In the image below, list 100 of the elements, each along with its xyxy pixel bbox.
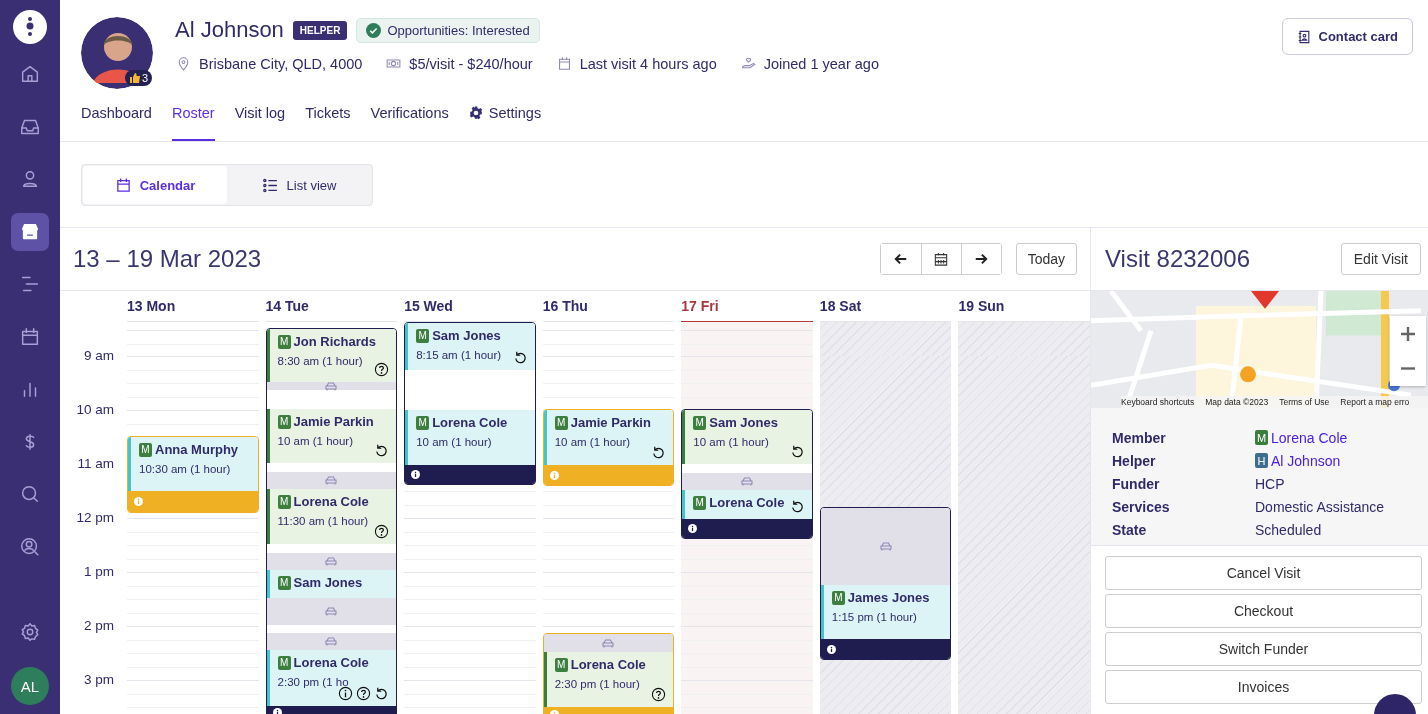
visit-group[interactable]: M Sam Jones 8:15 am (1 hour) M Lorena Cole 10 am (1 hour) xyxy=(404,322,536,485)
member-name: Lorena Cole xyxy=(293,655,369,670)
tab[interactable]: Dashboard xyxy=(81,104,152,141)
car-icon xyxy=(325,557,338,566)
day-header: 14 Tue xyxy=(265,291,398,322)
visit-time: 8:15 am (1 hour) xyxy=(416,349,502,361)
member-tag: M xyxy=(277,334,291,349)
time-label: 2 pm xyxy=(84,618,114,633)
map-link[interactable]: Keyboard shortcuts xyxy=(1121,397,1195,407)
user-avatar[interactable]: AL xyxy=(11,667,49,705)
time-label: 10 am xyxy=(76,402,114,417)
detail-label: State xyxy=(1112,521,1148,538)
member-name: Sam Jones xyxy=(293,575,363,590)
visit-time: 10:30 am (1 hour) xyxy=(139,463,231,475)
visit-title: Visit 8232006 xyxy=(1105,245,1250,273)
date-range: 13 – 19 Mar 2023 xyxy=(73,245,263,273)
action-button[interactable]: Invoices xyxy=(1105,670,1422,704)
status-text: Opportunities: Interested xyxy=(387,22,530,38)
time-label: 3 pm xyxy=(84,672,114,687)
visit-time: 11:30 am (1 hour) xyxy=(277,515,369,527)
detail-value: HCP xyxy=(1255,475,1285,492)
zoom-in-button[interactable] xyxy=(1390,316,1426,351)
calendar-icon xyxy=(934,252,949,266)
view-option[interactable]: Calendar xyxy=(83,166,227,204)
contact-icon xyxy=(1296,29,1311,44)
edit-visit-button[interactable]: Edit Visit xyxy=(1340,243,1421,275)
visit-time: 8:30 am (1 hour) xyxy=(277,355,363,367)
day-header: 16 Thu xyxy=(542,291,675,322)
arrow-right-icon xyxy=(974,252,989,266)
visit-group[interactable]: M Jon Richards 8:30 am (1 hour) M Jamie Parkin 10 am (1 hour) M Lorena Cole 11:30 am (1 hour) M Sam Jones M Lorena Cole 2:30 pm (1 ho xyxy=(265,328,398,714)
member-tag: M xyxy=(277,414,291,429)
member-tag: M xyxy=(831,590,845,605)
detail-label: Funder xyxy=(1112,475,1161,492)
rating-count: 3 xyxy=(142,72,149,84)
info-icon xyxy=(134,497,143,506)
tab[interactable]: Visit log xyxy=(234,104,286,141)
list-icon xyxy=(261,176,279,194)
store-icon[interactable] xyxy=(11,212,49,251)
member-tag: M xyxy=(554,657,568,672)
view-option[interactable]: List view xyxy=(227,166,371,204)
visit-group[interactable]: M Anna Murphy 10:30 am (1 hour) xyxy=(127,436,259,513)
zoom-out-button[interactable] xyxy=(1390,351,1426,386)
profile-name: Al Johnson xyxy=(175,17,284,43)
visit-time: 10 am (1 hour) xyxy=(554,436,631,448)
car-icon xyxy=(325,476,338,485)
action-button[interactable]: Cancel Visit xyxy=(1105,556,1422,590)
time-label: 9 am xyxy=(84,348,114,363)
tab[interactable]: Settings xyxy=(468,104,542,141)
visit-group[interactable]: M James Jones 1:15 pm (1 hour) xyxy=(819,507,952,660)
visit-group[interactable]: M Sam Jones 10 am (1 hour) M Lorena Cole xyxy=(681,409,813,539)
member-name: Sam Jones xyxy=(432,328,501,343)
member-tag: M xyxy=(277,494,291,509)
tab[interactable]: Roster xyxy=(171,104,215,141)
info-icon xyxy=(826,644,836,654)
member-tag: M xyxy=(277,655,291,670)
map-link[interactable]: Map data ©2023 xyxy=(1205,397,1269,407)
today-button[interactable]: Today xyxy=(1015,243,1077,275)
car-icon xyxy=(325,637,338,646)
role-tag: M xyxy=(1255,430,1268,445)
time-label: 11 am xyxy=(77,456,114,471)
visit-time: 10 am (1 hour) xyxy=(277,435,353,447)
member-name: Jamie Parkin xyxy=(570,415,651,430)
visit-group[interactable]: M Lorena Cole 2:30 pm (1 hour) xyxy=(542,633,675,714)
time-label: 1 pm xyxy=(84,564,114,579)
car-icon xyxy=(325,381,338,391)
member-name: Lorena Cole xyxy=(709,495,785,510)
day-header: 13 Mon xyxy=(127,291,259,322)
member-name: Jamie Parkin xyxy=(293,414,374,429)
minus-icon xyxy=(1400,367,1416,370)
avatar xyxy=(81,17,153,89)
member-name: Anna Murphy xyxy=(155,442,239,457)
member-tag: M xyxy=(416,328,430,343)
profile-detail: Joined 1 year ago xyxy=(763,55,879,72)
action-button[interactable]: Checkout xyxy=(1105,594,1422,628)
visit-group[interactable]: M Jamie Parkin 10 am (1 hour) xyxy=(542,409,675,486)
car-icon xyxy=(325,607,338,616)
calendar-icon xyxy=(114,176,132,194)
settings-icon xyxy=(468,105,483,120)
car-icon xyxy=(602,638,615,648)
info-icon xyxy=(411,470,421,479)
member-name: Sam Jones xyxy=(709,415,778,430)
map-link[interactable]: Terms of Use xyxy=(1279,397,1330,407)
next-button[interactable] xyxy=(960,244,1001,274)
car-icon xyxy=(879,542,892,551)
profile-link[interactable]: Lorena Cole xyxy=(1271,429,1348,446)
member-name: Lorena Cole xyxy=(432,415,508,430)
member-tag: M xyxy=(693,415,707,430)
member-name: Jon Richards xyxy=(293,334,376,349)
role-tag: H xyxy=(1255,453,1268,468)
map-link[interactable]: Report a map erro xyxy=(1340,397,1410,407)
tab[interactable]: Verifications xyxy=(370,104,449,141)
profile-link[interactable]: Al Johnson xyxy=(1271,452,1341,469)
time-label: 12 pm xyxy=(76,510,114,525)
action-button[interactable]: Switch Funder xyxy=(1105,632,1422,666)
member-name: James Jones xyxy=(847,590,930,605)
member-tag: M xyxy=(416,415,430,430)
info-icon xyxy=(688,524,698,533)
tab[interactable]: Tickets xyxy=(305,104,351,141)
member-tag: M xyxy=(139,442,152,457)
contact-card-button[interactable]: Contact card xyxy=(1281,18,1413,55)
